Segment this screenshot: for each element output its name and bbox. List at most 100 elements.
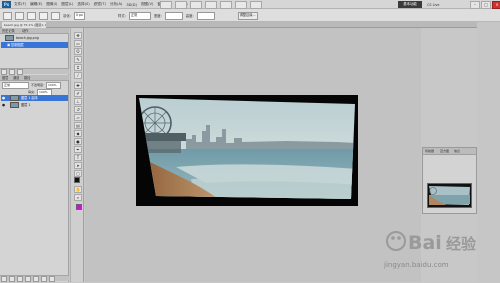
cs-live[interactable]: CS Live xyxy=(427,1,455,8)
layers-footer xyxy=(0,275,69,282)
healing-tool-icon[interactable]: ✚ xyxy=(74,82,82,89)
tab-layers[interactable]: 图层 xyxy=(2,75,8,81)
history-footer xyxy=(0,68,69,75)
blur-tool-icon[interactable]: ◆ xyxy=(74,130,82,137)
background-color-swatch[interactable] xyxy=(76,204,82,210)
marquee-tool-preset-icon[interactable] xyxy=(3,11,12,20)
menu-view[interactable]: 视图(V) xyxy=(141,2,153,7)
document-canvas[interactable] xyxy=(136,95,358,206)
shape-tool-icon[interactable]: ▢ xyxy=(74,170,82,177)
mask-icon[interactable] xyxy=(17,276,23,282)
history-item[interactable]: ▣复制图层 xyxy=(1,42,68,48)
stamp-tool-icon[interactable]: ⊥ xyxy=(74,98,82,105)
fx-icon[interactable] xyxy=(9,276,15,282)
bridge-icon[interactable] xyxy=(160,1,172,9)
crop-tool-icon[interactable]: ⌗ xyxy=(74,64,82,71)
layer-row[interactable]: ● 图层 1 副本 xyxy=(1,95,68,101)
brush-tool-icon[interactable]: ✐ xyxy=(74,90,82,97)
navigator-preview xyxy=(429,186,470,205)
tab-paths[interactable]: 路径 xyxy=(24,75,30,81)
tab-info[interactable]: 信息 xyxy=(454,148,460,155)
arrange-documents-icon[interactable] xyxy=(235,1,247,9)
lasso-tool-icon[interactable]: ʘ xyxy=(74,48,82,55)
trash-icon[interactable] xyxy=(49,276,55,282)
left-panels: 历史记录 动作 beach.jpg.png ▣复制图层 图层 通道 路径 正常 … xyxy=(0,28,69,282)
adjustment-icon[interactable] xyxy=(25,276,31,282)
feather-input[interactable]: 0 px xyxy=(73,11,85,20)
menu-select[interactable]: 选择(S) xyxy=(77,2,89,7)
foreground-color-swatch[interactable] xyxy=(74,177,80,183)
intersect-selection-icon[interactable] xyxy=(51,11,60,20)
close-icon[interactable]: × xyxy=(492,1,500,9)
refine-edge-button[interactable]: 调整边缘... xyxy=(237,11,258,20)
cs-live-label: CS Live xyxy=(427,2,440,7)
quick-select-tool-icon[interactable]: ✎ xyxy=(74,56,82,63)
gradient-tool-icon[interactable]: ▤ xyxy=(74,122,82,129)
zoom-tool-icon[interactable]: ⌕ xyxy=(74,194,82,201)
baidu-jingyan-watermark-logo: Bai 经验 xyxy=(386,231,477,254)
eraser-tool-icon[interactable]: ▱ xyxy=(74,114,82,121)
width-label: 宽度: xyxy=(153,14,162,18)
snapshot-label: beach.jpg.png xyxy=(16,36,39,40)
rotate-view-icon[interactable] xyxy=(220,1,232,9)
eye-icon[interactable]: ● xyxy=(2,103,6,107)
path-select-tool-icon[interactable]: ➤ xyxy=(74,162,82,169)
tab-history[interactable]: 历史记录 xyxy=(2,28,15,34)
tab-navigator[interactable]: 导航器 xyxy=(425,148,434,155)
zoom-level-icon[interactable] xyxy=(190,1,202,9)
layer-thumbnail xyxy=(10,102,19,108)
svg-text:经验: 经验 xyxy=(446,235,477,253)
hand-tool-icon[interactable]: ✋ xyxy=(74,186,82,193)
layer-row[interactable]: ● 图层 1 xyxy=(1,102,68,108)
beach-photo xyxy=(139,98,355,199)
workspace-button[interactable]: 基本功能 xyxy=(398,1,422,8)
menu-filter[interactable]: 滤镜(T) xyxy=(94,2,106,7)
feather-label: 羽化: xyxy=(63,14,71,18)
tab-actions[interactable]: 动作 xyxy=(22,28,28,34)
add-selection-icon[interactable] xyxy=(27,11,36,20)
dodge-tool-icon[interactable]: ● xyxy=(74,138,82,145)
tools-panel: ✥ ▭ ʘ ✎ ⌗ ⁄ ✚ ✐ ⊥ ↺ ▱ ▤ ◆ ● ✒ T ➤ ▢ ✋ ⌕ xyxy=(70,28,84,282)
group-icon[interactable] xyxy=(33,276,39,282)
history-brush-tool-icon[interactable]: ↺ xyxy=(74,106,82,113)
height-label: 高度: xyxy=(185,14,194,18)
marquee-tool-icon[interactable]: ▭ xyxy=(74,40,82,47)
move-tool-icon[interactable]: ✥ xyxy=(74,32,82,39)
options-items: 羽化: 0 px 样式: 正常 宽度: 高度: 调整边缘... xyxy=(3,11,258,20)
pen-tool-icon[interactable]: ✒ xyxy=(74,146,82,153)
navigator-thumbnail[interactable] xyxy=(427,183,472,208)
menu-3d[interactable]: 3D(D) xyxy=(126,3,137,7)
history-panel-header: 历史记录 动作 xyxy=(0,28,69,34)
warped-photo xyxy=(139,98,355,199)
screen-mode-icon[interactable] xyxy=(250,1,262,9)
layers-blend-row: 正常 不透明度: 100% xyxy=(2,81,62,89)
minimize-icon[interactable]: – xyxy=(470,1,480,9)
menu-image[interactable]: 图像(I) xyxy=(46,2,57,7)
eyedropper-tool-icon[interactable]: ⁄ xyxy=(74,72,82,79)
new-layer-icon[interactable] xyxy=(41,276,47,282)
width-input[interactable] xyxy=(164,11,183,20)
layers-panel-header: 图层 通道 路径 xyxy=(0,75,69,81)
link-icon[interactable] xyxy=(1,276,7,282)
hand-icon[interactable] xyxy=(205,1,217,9)
menu-layer[interactable]: 图层(L) xyxy=(61,2,73,7)
tab-channels[interactable]: 通道 xyxy=(13,75,19,81)
blend-mode-select[interactable]: 正常 xyxy=(2,81,29,89)
type-tool-icon[interactable]: T xyxy=(74,154,82,161)
new-selection-icon[interactable] xyxy=(15,11,24,20)
mini-bridge-icon[interactable] xyxy=(175,1,187,9)
eye-icon[interactable]: ● xyxy=(2,96,6,100)
navigator-header: 导航器 直方图 信息 xyxy=(423,148,476,155)
history-snapshot[interactable]: beach.jpg.png xyxy=(1,35,68,41)
opacity-input[interactable]: 100% xyxy=(46,81,62,89)
menu-file[interactable]: 文件(F) xyxy=(14,2,26,7)
tab-histogram[interactable]: 直方图 xyxy=(440,148,449,155)
svg-text:Bai: Bai xyxy=(408,232,442,254)
restore-icon[interactable]: □ xyxy=(481,1,491,9)
style-select[interactable]: 正常 xyxy=(128,11,151,20)
subtract-selection-icon[interactable] xyxy=(39,11,48,20)
height-input[interactable] xyxy=(196,11,215,20)
menu-edit[interactable]: 编辑(E) xyxy=(30,2,42,7)
history-item-label: 复制图层 xyxy=(11,43,24,47)
menu-analysis[interactable]: 分析(A) xyxy=(110,2,122,7)
